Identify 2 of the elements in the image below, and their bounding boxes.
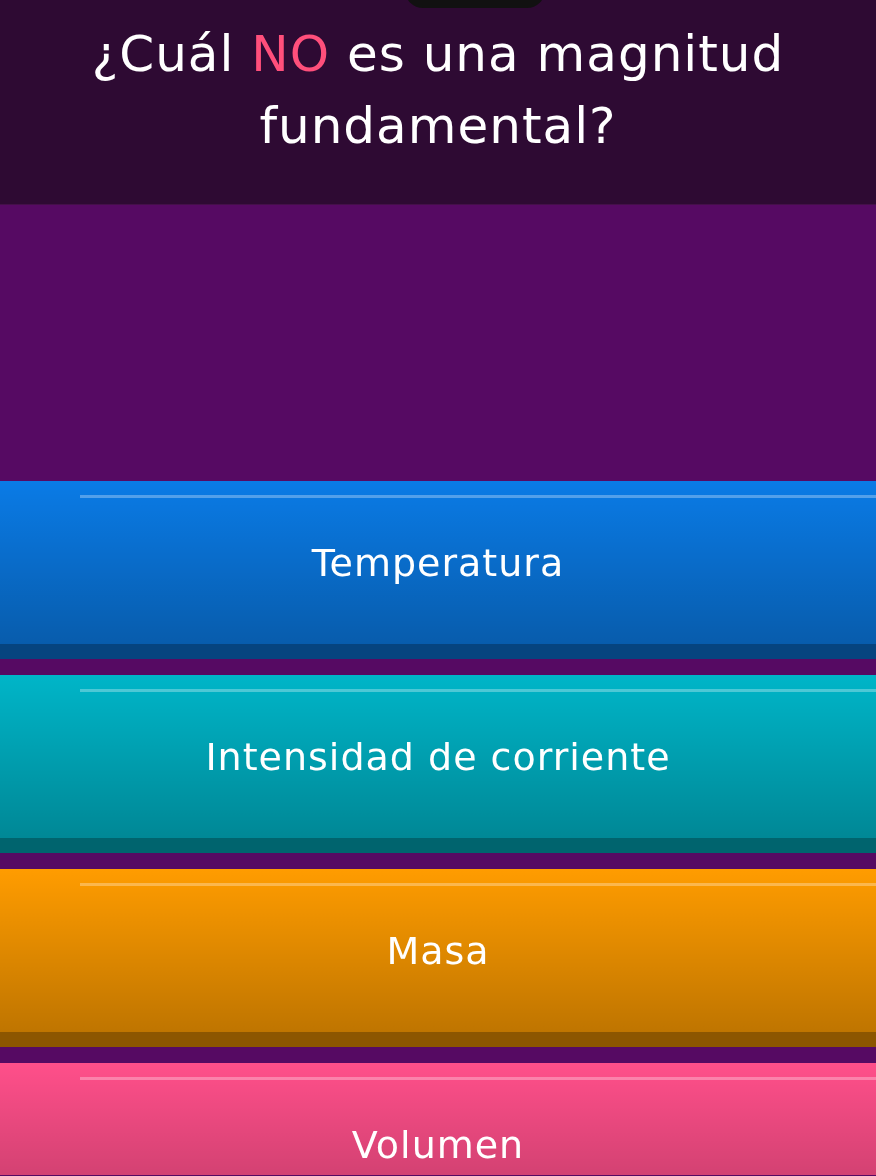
question-text: ¿Cuál NO es una magnitud fundamental?	[90, 24, 786, 157]
answer-button[interactable]: Volumen	[0, 1063, 876, 1175]
